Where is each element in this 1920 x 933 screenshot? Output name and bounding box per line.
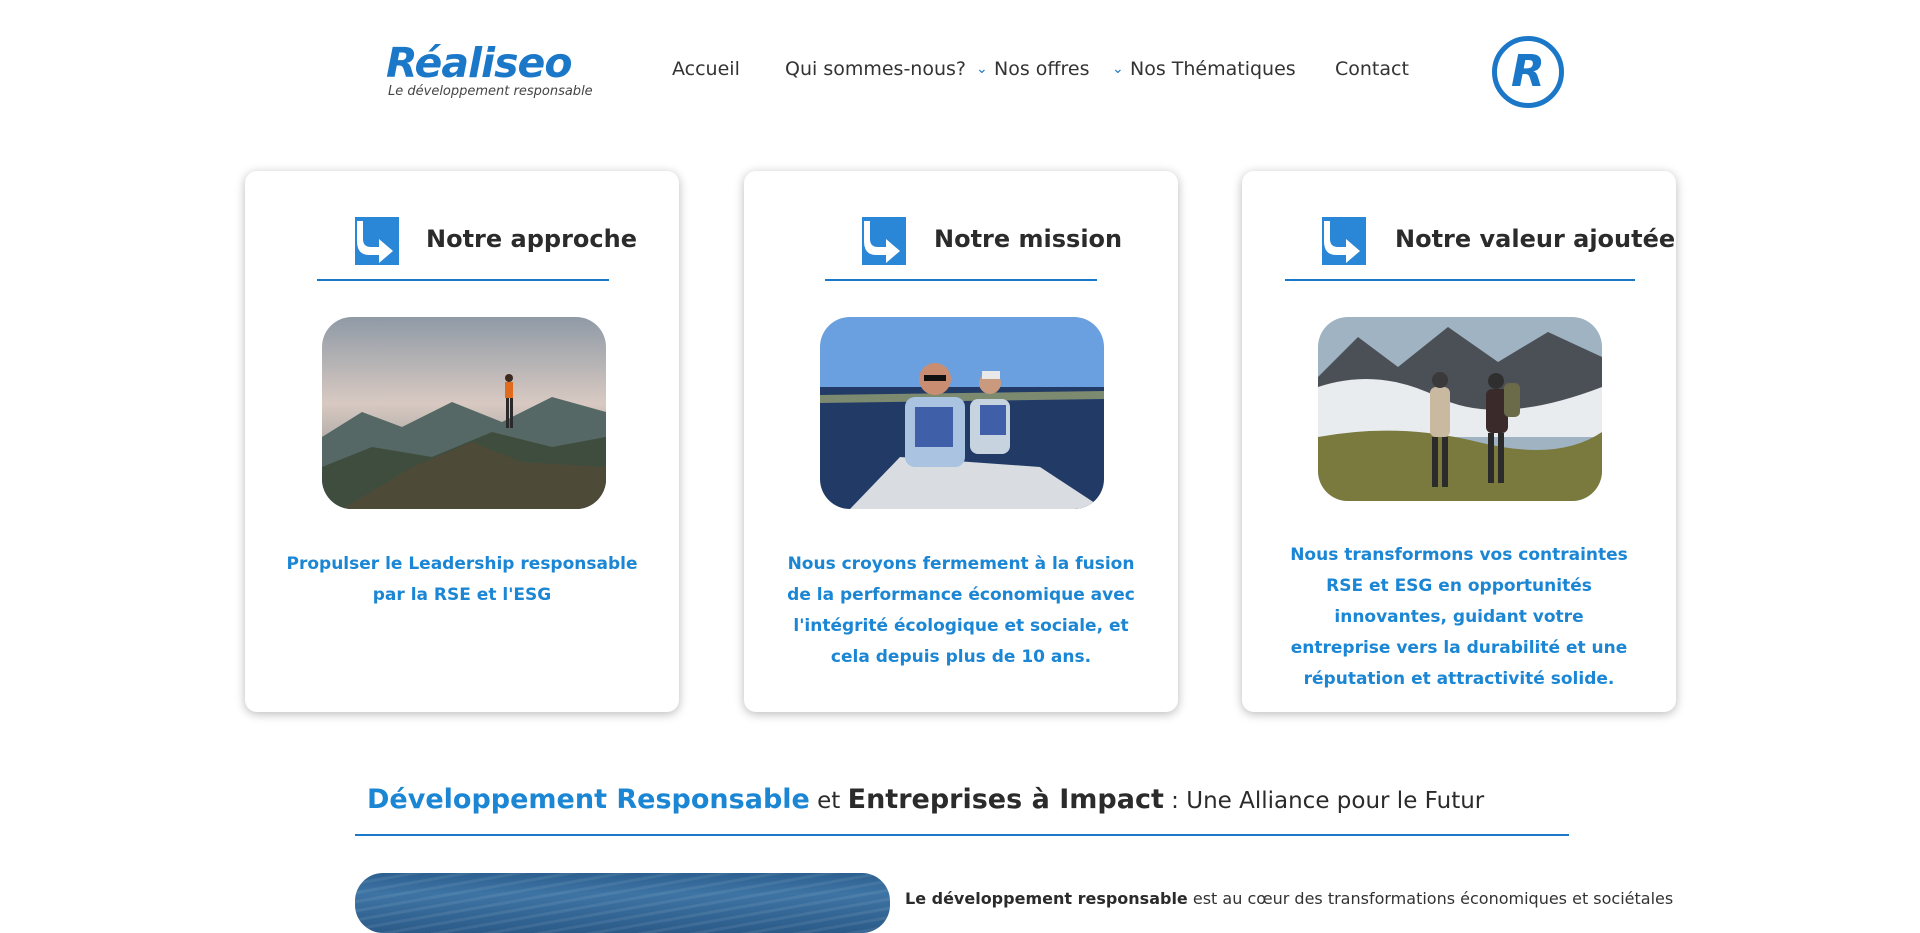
- section-title-part3: : Une Alliance pour le Futur: [1163, 788, 1485, 814]
- badge-letter: R: [1511, 46, 1545, 97]
- chevron-down-icon: ⌄: [1112, 61, 1124, 77]
- section-title-joiner: et: [809, 788, 848, 814]
- arrow-turn-icon: [355, 217, 399, 265]
- nav-item-contact[interactable]: Contact: [1335, 58, 1409, 80]
- section-image-sea: [355, 873, 890, 933]
- nav-label: Nos Thématiques: [1130, 58, 1296, 80]
- nav-item-accueil[interactable]: Accueil: [672, 58, 740, 80]
- card-image-boat: [820, 317, 1104, 509]
- nav-item-qui-sommes-nous[interactable]: Qui sommes-nous?: [785, 58, 966, 80]
- card-value: Notre valeur ajoutée Nous transformons v…: [1242, 171, 1676, 712]
- card-description: Propulser le Leadership responsable par …: [286, 554, 638, 605]
- nav-label: Qui sommes-nous?: [785, 58, 966, 80]
- section-title: Développement Responsable et Entreprises…: [367, 784, 1484, 815]
- card-approach: Notre approche Propulser le Leadership r…: [245, 171, 679, 712]
- arrow-turn-icon: [862, 217, 906, 265]
- card-image-hiker: [322, 317, 606, 509]
- card-title: Notre approche: [426, 225, 637, 253]
- nav-item-nos-offres[interactable]: ⌄ Nos offres: [976, 58, 1089, 80]
- nav-item-nos-thematiques[interactable]: ⌄ Nos Thématiques: [1112, 58, 1296, 80]
- card-description: Nous transformons vos contraintes RSE et…: [1290, 545, 1628, 689]
- card-divider: [317, 279, 609, 281]
- card-title: Notre mission: [934, 225, 1123, 253]
- nav-label: Contact: [1335, 58, 1409, 80]
- arrow-turn-icon: [1322, 217, 1366, 265]
- section-intro: Le développement responsable est au cœur…: [905, 889, 1673, 908]
- card-title: Notre valeur ajoutée: [1395, 225, 1676, 253]
- card-description: Nous croyons fermement à la fusion de la…: [787, 554, 1135, 667]
- card-mission: Notre mission Nous croyons fermement à l…: [744, 171, 1178, 712]
- card-header: Notre mission: [744, 217, 1178, 273]
- card-divider: [1285, 279, 1635, 281]
- section-title-part1: Développement Responsable: [367, 784, 810, 815]
- chevron-down-icon: ⌄: [976, 61, 988, 77]
- logo-tagline: Le développement responsable: [388, 84, 593, 99]
- intro-rest: est au cœur des transformations économiq…: [1187, 889, 1674, 908]
- nav-label: Nos offres: [994, 58, 1090, 80]
- nav-label: Accueil: [672, 58, 740, 80]
- card-header: Notre valeur ajoutée: [1242, 217, 1676, 273]
- site-header: Réaliseo Le développement responsable Ac…: [0, 0, 1920, 150]
- logo[interactable]: Réaliseo Le développement responsable: [386, 40, 593, 102]
- section-divider: [355, 834, 1569, 836]
- card-header: Notre approche: [245, 217, 679, 273]
- card-image-hikers: [1318, 317, 1602, 501]
- logo-wordmark: Réaliseo: [386, 39, 572, 87]
- intro-bold: Le développement responsable: [905, 889, 1188, 908]
- card-divider: [825, 279, 1097, 281]
- section-title-part2: Entreprises à Impact: [847, 784, 1164, 815]
- brand-badge-icon[interactable]: R: [1492, 36, 1564, 108]
